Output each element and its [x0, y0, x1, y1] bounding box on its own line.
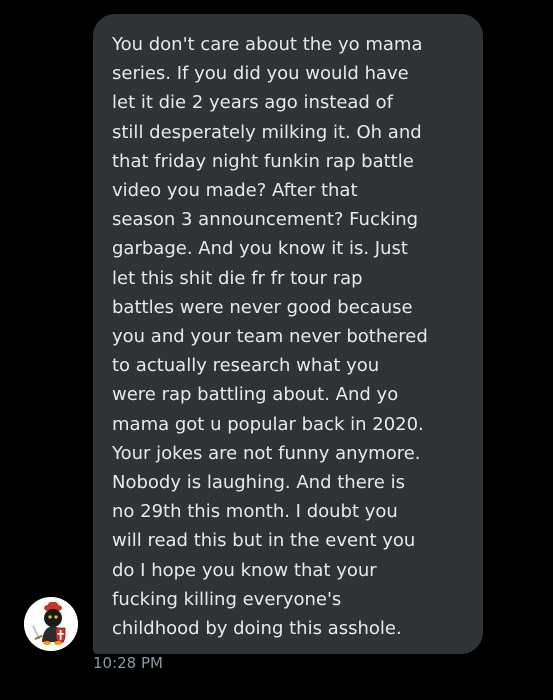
knight-avatar-icon: [24, 597, 78, 651]
message-timestamp: 10:28 PM: [93, 654, 163, 672]
message-text: You don't care about the yo mama series.…: [112, 34, 428, 640]
message-bubble[interactable]: You don't care about the yo mama series.…: [93, 14, 483, 654]
sender-avatar[interactable]: [24, 597, 78, 651]
